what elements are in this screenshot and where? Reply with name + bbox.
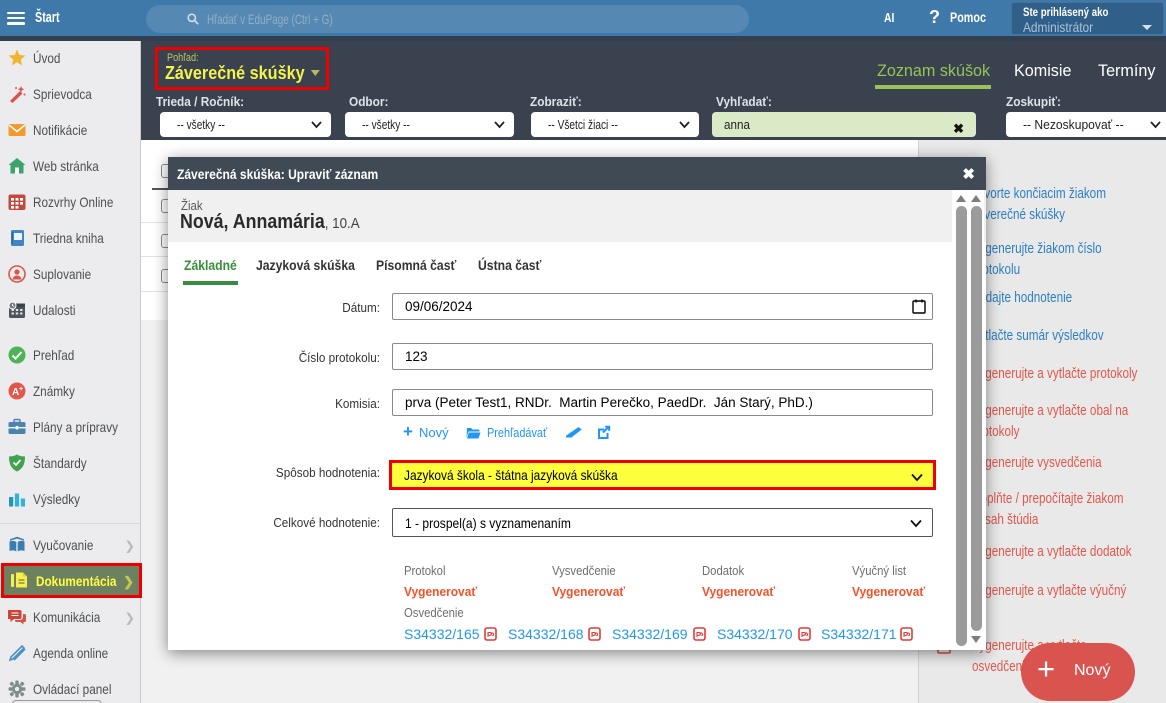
svg-text:+: +: [19, 386, 23, 393]
